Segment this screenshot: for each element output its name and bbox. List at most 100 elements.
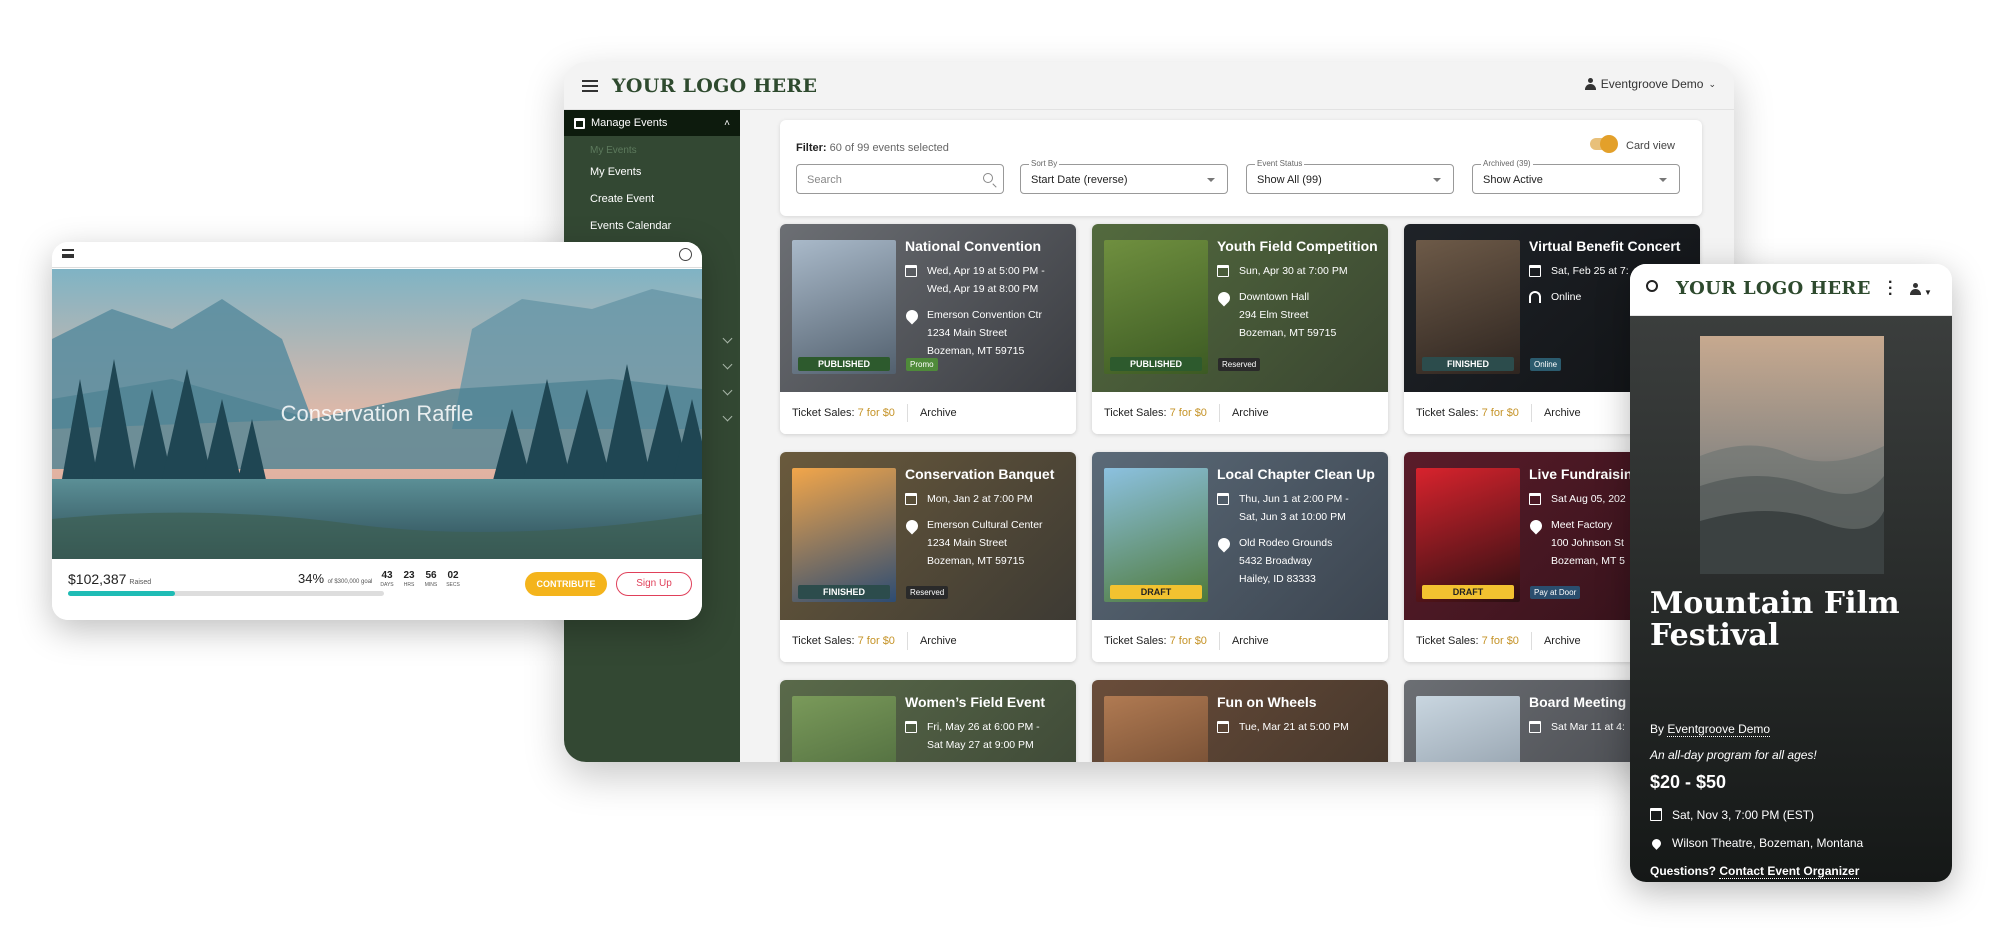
phone-logo[interactable]: YOUR LOGO HERE [1676, 278, 1871, 299]
price-range: $20 - $50 [1650, 772, 1727, 792]
archive-button[interactable]: Archive [1544, 635, 1581, 647]
user-icon[interactable] [679, 248, 692, 261]
countdown-secs: 02 SECS [446, 570, 460, 589]
user-name: Eventgroove Demo [1600, 77, 1704, 91]
event-card[interactable]: Fun on Wheels Tue, Mar 21 at 5:00 PM [1092, 680, 1388, 762]
sidebar-manage-events[interactable]: Manage Events ˄ [564, 110, 740, 136]
card-view-toggle[interactable] [1590, 135, 1618, 153]
ticket-sales-link[interactable]: 7 for $0 [858, 407, 895, 419]
questions-line: Questions? Contact Event Organizer [1650, 864, 1860, 879]
event-title[interactable]: National Convention [905, 238, 1041, 254]
event-thumbnail [1104, 240, 1208, 374]
archived-select[interactable]: Archived (39) Show Active [1472, 159, 1680, 194]
event-thumbnail [792, 240, 896, 374]
event-title[interactable]: Virtual Benefit Concert [1529, 238, 1680, 254]
chevron-down-icon[interactable] [722, 359, 733, 370]
event-tag: Reserved [906, 586, 949, 599]
progress-fill [68, 591, 176, 596]
organizer-link[interactable]: Eventgroove Demo [1667, 722, 1771, 737]
event-title[interactable]: Board Meeting [1529, 694, 1626, 710]
divider [1218, 632, 1220, 650]
sign-up-button[interactable]: Sign Up [616, 572, 692, 596]
fundraising-bar: $102,387 Raised 34% of $300,000 goal 43 DA… [52, 559, 702, 620]
location-pin-icon [1215, 535, 1233, 553]
ticket-sales-link[interactable]: 7 for $0 [1170, 635, 1207, 647]
event-title[interactable]: Fun on Wheels [1217, 694, 1317, 710]
wifi-icon [1529, 291, 1541, 303]
divider [906, 404, 908, 422]
event-location: Old Rodeo Grounds 5432 Broadway Hailey, ID… [1215, 534, 1332, 588]
event-date: Thu, Jun 1 at 2:00 PM - Sat, Jun 3 at 10:… [1217, 490, 1349, 526]
sidebar-item-my-events[interactable]: My Events [564, 158, 740, 185]
location-pin-icon [1650, 837, 1663, 850]
chevron-down-icon[interactable] [722, 385, 733, 396]
event-poster-image [1700, 336, 1884, 574]
countdown-hrs: 23 HRS [403, 570, 415, 589]
ticket-sales-link[interactable]: 7 for $0 [1482, 407, 1519, 419]
search-icon[interactable] [1646, 280, 1658, 292]
menu-icon[interactable] [582, 79, 598, 92]
ticket-sales-link[interactable]: 7 for $0 [1170, 407, 1207, 419]
calendar-icon [1217, 265, 1229, 277]
location-pin-icon [903, 517, 921, 535]
archive-button[interactable]: Archive [1544, 407, 1581, 419]
calendar-icon [1529, 265, 1541, 277]
event-card[interactable]: Youth Field Competition Sun, Apr 30 at 7… [1092, 224, 1388, 434]
event-card-footer: Ticket Sales: 7 for $0 Archive [1092, 620, 1388, 662]
tablet-top-bar [52, 242, 702, 268]
caret-down-icon [1659, 178, 1667, 182]
archive-button[interactable]: Archive [920, 407, 957, 419]
menu-icon[interactable] [62, 249, 74, 258]
user-menu[interactable]: Eventgroove Demo ⌄ [1584, 77, 1716, 91]
tablet-window: Conservation Raffle $102,387 Raised 34% o… [52, 242, 702, 620]
chevron-down-icon[interactable] [722, 411, 733, 422]
filter-summary: Filter: 60 of 99 events selected [796, 142, 949, 154]
logo[interactable]: YOUR LOGO HERE [612, 75, 817, 97]
event-title[interactable]: Live Fundraising [1529, 466, 1641, 482]
search-input[interactable]: Search [796, 164, 1004, 194]
event-status-select[interactable]: Event Status Show All (99) [1246, 159, 1454, 194]
event-date: Sat, Feb 25 at 7: [1529, 262, 1629, 280]
event-location: Emerson Cultural Center 1234 Main Street B… [903, 516, 1043, 570]
event-date: Sat Mar 11 at 4: [1529, 718, 1625, 736]
ticket-sales-label: Ticket Sales: [1416, 635, 1479, 647]
event-card-footer: Ticket Sales: 7 for $0 Archive [780, 620, 1076, 662]
hero-title: Conservation Raffle [280, 401, 474, 426]
caret-down-icon: ▼ [1924, 288, 1932, 297]
calendar-icon [1217, 721, 1229, 733]
event-date: Wed, Apr 19 at 5:00 PM - Wed, Apr 19 at 8… [905, 262, 1045, 298]
organizer-line: By Eventgroove Demo [1650, 722, 1771, 737]
event-title[interactable]: Conservation Banquet [905, 466, 1054, 482]
more-vertical-icon[interactable]: · · · [1888, 275, 1893, 303]
contact-organizer-link[interactable]: Contact Event Organizer [1719, 864, 1860, 879]
sort-by-select[interactable]: Sort By Start Date (reverse) [1020, 159, 1228, 194]
calendar-icon [574, 117, 585, 129]
ticket-sales-label: Ticket Sales: [1104, 407, 1167, 419]
caret-down-icon [1433, 178, 1441, 182]
event-card[interactable]: National Convention Wed, Apr 19 at 5:00 … [780, 224, 1076, 434]
card-view-label: Card view [1626, 140, 1675, 152]
event-card[interactable]: Conservation Banquet Mon, Jan 2 at 7:00 … [780, 452, 1076, 662]
user-menu[interactable]: ▼ [1910, 282, 1932, 300]
event-card[interactable]: Women’s Field Event Fri, May 26 at 6:00 … [780, 680, 1076, 762]
event-title[interactable]: Youth Field Competition [1217, 238, 1378, 254]
event-card[interactable]: Local Chapter Clean Up Thu, Jun 1 at 2:0… [1092, 452, 1388, 662]
archive-button[interactable]: Archive [1232, 635, 1269, 647]
event-title[interactable]: Women’s Field Event [905, 694, 1045, 710]
sidebar-item-events-calendar[interactable]: Events Calendar [564, 212, 740, 239]
calendar-icon [905, 265, 917, 277]
status-badge: DRAFT [1110, 585, 1202, 599]
ticket-sales-label: Ticket Sales: [792, 635, 855, 647]
chevron-down-icon[interactable] [722, 333, 733, 344]
event-thumbnail [792, 696, 896, 762]
sidebar-item-create-event[interactable]: Create Event [564, 185, 740, 212]
ticket-sales-link[interactable]: 7 for $0 [1482, 635, 1519, 647]
contribute-button[interactable]: CONTRIBUTE [525, 572, 607, 596]
filter-panel: Filter: 60 of 99 events selected Card vi… [780, 120, 1702, 216]
event-location: Meet Factory 100 Johnson St Bozeman, MT 5 [1527, 516, 1625, 570]
event-thumbnail [792, 468, 896, 602]
ticket-sales-link[interactable]: 7 for $0 [858, 635, 895, 647]
archive-button[interactable]: Archive [1232, 407, 1269, 419]
event-title[interactable]: Local Chapter Clean Up [1217, 466, 1375, 482]
archive-button[interactable]: Archive [920, 635, 957, 647]
